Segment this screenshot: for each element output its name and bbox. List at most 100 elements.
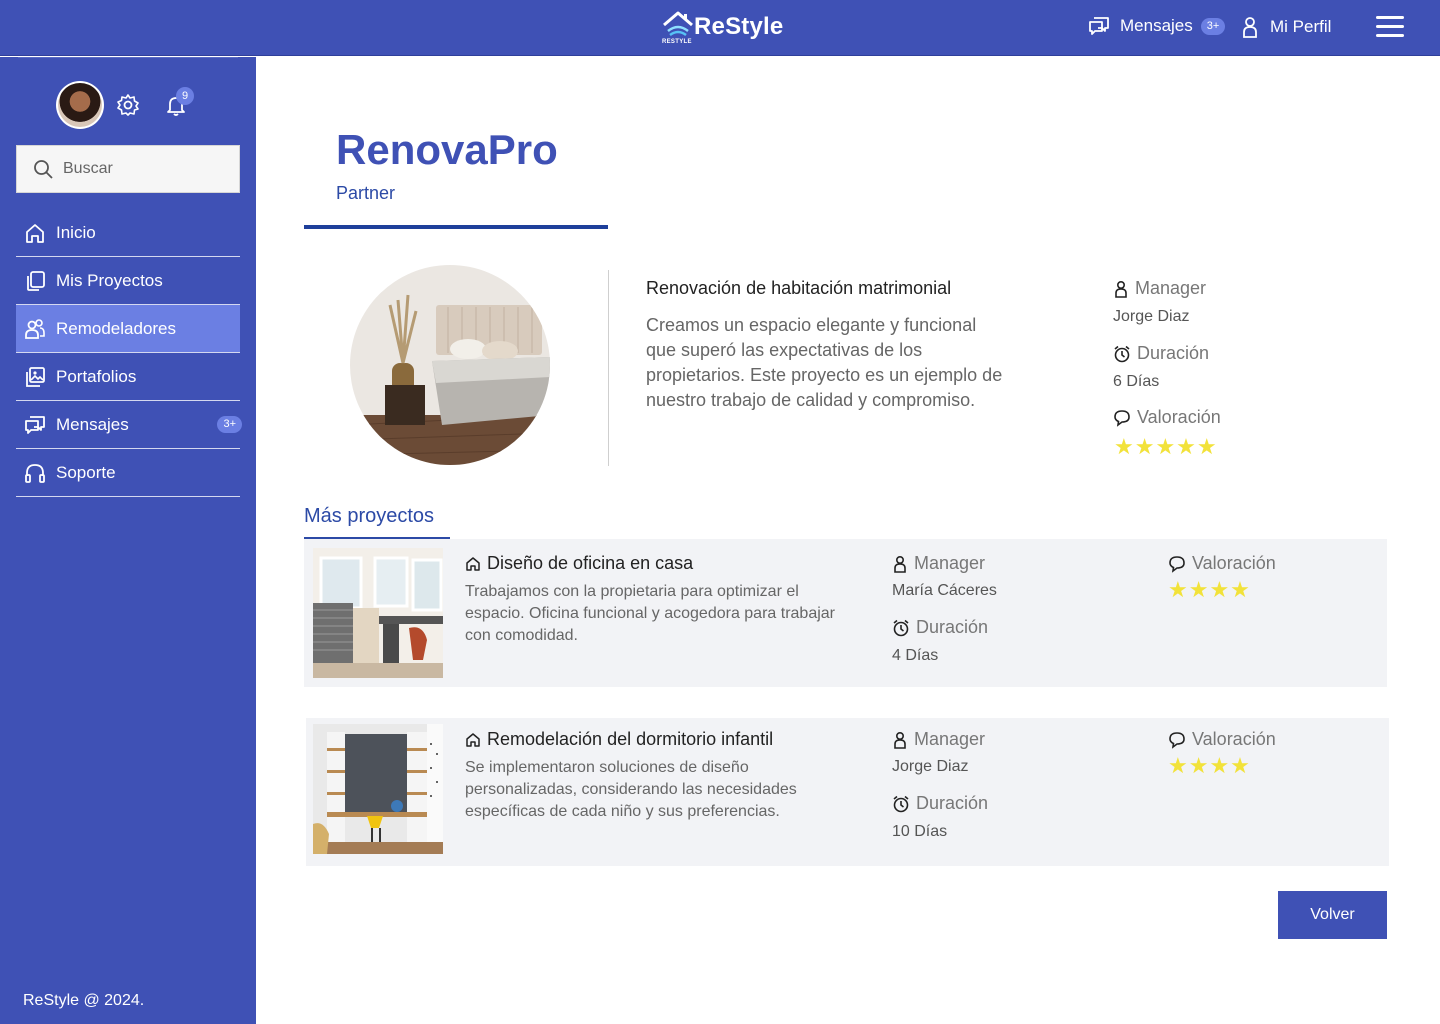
users-icon: [25, 318, 45, 339]
sidebar-top-divider: [18, 57, 238, 58]
project-card-title-text: Remodelación del dormitorio infantil: [487, 729, 774, 749]
more-projects-title: Más proyectos: [304, 505, 435, 527]
sidebar-footer: ReStyle @ 2024.: [23, 992, 145, 1009]
home-icon: [466, 556, 480, 571]
featured-rating-stars: ★★★★★: [1114, 434, 1218, 459]
alarm-clock-icon: [1114, 345, 1130, 362]
project-manager-label: Manager: [892, 553, 985, 574]
top-bar: RESTYLE ReStyle Mensajes 3+ Mi Perfil: [0, 0, 1440, 56]
search-input[interactable]: [63, 160, 213, 178]
speech-bubble-icon: [1114, 409, 1130, 427]
user-icon: [1115, 280, 1127, 298]
header-messages-link[interactable]: Mensajes 3+: [1088, 16, 1226, 36]
vertical-divider: [608, 270, 609, 466]
page-title: RenovaPro: [336, 126, 558, 173]
search-box[interactable]: [16, 145, 240, 193]
featured-manager-label: Manager: [1113, 278, 1206, 299]
sidebar-item-label: Mis Proyectos: [56, 270, 163, 290]
sidebar-item-remodeladores[interactable]: Remodeladores: [16, 305, 240, 353]
notifications-button[interactable]: 9: [164, 87, 194, 122]
project-card-description: Se implementaron soluciones de diseño pe…: [465, 759, 797, 820]
user-icon: [894, 731, 906, 749]
project-card[interactable]: Diseño de oficina en casa Trabajamos con…: [304, 539, 1387, 687]
brand-mini-text: RESTYLE: [662, 39, 692, 45]
project-manager-label: Manager: [892, 729, 985, 750]
brand-logo[interactable]: RESTYLE ReStyle: [660, 8, 783, 46]
manager-label-text: Manager: [914, 729, 986, 749]
featured-project-description: Creamos un espacio elegante y funcional …: [646, 315, 1003, 410]
manager-label-text: Manager: [1135, 278, 1207, 298]
chat-icon: [1089, 17, 1109, 35]
project-duration-value: 10 Días: [892, 823, 948, 840]
gear-icon: [117, 94, 139, 116]
search-icon: [34, 160, 53, 179]
project-rating-label: Valoración: [1168, 729, 1276, 750]
alarm-clock-icon: [893, 619, 909, 636]
chat-icon: [25, 415, 45, 434]
project-card[interactable]: Remodelación del dormitorio infantil Se …: [306, 718, 1389, 866]
project-rating-stars: ★★★★: [1168, 753, 1251, 778]
alarm-clock-icon: [893, 795, 909, 812]
rating-label-text: Valoración: [1137, 407, 1221, 427]
project-rating-label: Valoración: [1168, 553, 1276, 574]
featured-manager-value: Jorge Diaz: [1113, 308, 1190, 325]
sidebar-item-mensajes[interactable]: Mensajes 3+: [16, 401, 242, 449]
featured-duration-label: Duración: [1113, 343, 1209, 364]
user-icon: [1243, 17, 1257, 38]
title-underline: [304, 225, 608, 229]
menu-bar: [1376, 25, 1404, 28]
brand-name: ReStyle: [694, 13, 784, 40]
menu-toggle-button[interactable]: [1376, 16, 1404, 38]
sidebar-item-portafolios[interactable]: Portafolios: [16, 353, 240, 401]
project-card-image: [313, 548, 443, 678]
headphones-icon: [25, 463, 45, 483]
manager-label-text: Manager: [914, 553, 986, 573]
sidebar-messages-badge: 3+: [217, 416, 242, 433]
sidebar-item-label: Remodeladores: [56, 318, 177, 338]
project-duration-value: 4 Días: [892, 647, 939, 664]
menu-bar: [1376, 34, 1404, 37]
home-icon: [466, 732, 480, 747]
sidebar-item-label: Portafolios: [56, 366, 137, 386]
back-button[interactable]: Volver: [1278, 891, 1387, 939]
header-profile-label: Mi Perfil: [1270, 17, 1332, 36]
header-profile-link[interactable]: Mi Perfil: [1240, 16, 1331, 38]
header-messages-badge: 3+: [1200, 17, 1226, 35]
avatar-image: [58, 83, 102, 127]
featured-rating-label: Valoración: [1113, 407, 1221, 428]
speech-bubble-icon: [1169, 555, 1185, 573]
sidebar-nav: Inicio Mis Proyectos Remodeladores Porta…: [16, 209, 242, 497]
duration-label-text: Duración: [1137, 343, 1210, 363]
duration-label-text: Duración: [916, 793, 989, 813]
notifications-badge: 9: [176, 87, 194, 105]
avatar[interactable]: [56, 81, 104, 129]
sidebar-item-mis-proyectos[interactable]: Mis Proyectos: [16, 257, 240, 305]
sidebar: 9 Inicio Mis Proyectos Remodeladores Por…: [0, 57, 256, 1024]
menu-bar: [1376, 16, 1404, 19]
project-rating-stars: ★★★★: [1168, 577, 1251, 602]
sidebar-item-soporte[interactable]: Soporte: [16, 449, 240, 497]
featured-duration-value: 6 Días: [1113, 373, 1160, 390]
rating-label-text: Valoración: [1192, 729, 1276, 749]
sidebar-item-label: Mensajes: [56, 414, 129, 434]
sidebar-item-label: Soporte: [56, 462, 116, 482]
project-card-title-text: Diseño de oficina en casa: [487, 553, 694, 573]
sidebar-item-inicio[interactable]: Inicio: [16, 209, 240, 257]
project-card-image: [313, 724, 443, 854]
rating-label-text: Valoración: [1192, 553, 1276, 573]
featured-project-image: [350, 265, 550, 465]
header-messages-label: Mensajes: [1120, 16, 1193, 35]
project-manager-value: María Cáceres: [892, 582, 997, 599]
sidebar-item-label: Inicio: [56, 222, 96, 242]
copy-icon: [27, 270, 45, 291]
house-logo-icon: RESTYLE: [660, 9, 696, 45]
project-duration-label: Duración: [892, 617, 988, 638]
project-card-description: Trabajamos con la propietaria para optim…: [465, 583, 835, 644]
company-tier: Partner: [336, 183, 396, 203]
settings-button[interactable]: [116, 93, 140, 122]
duration-label-text: Duración: [916, 617, 989, 637]
project-card-title: Remodelación del dormitorio infantil: [465, 729, 773, 750]
project-manager-value: Jorge Diaz: [892, 758, 969, 775]
speech-bubble-icon: [1169, 731, 1185, 749]
gallery-icon: [26, 366, 45, 387]
